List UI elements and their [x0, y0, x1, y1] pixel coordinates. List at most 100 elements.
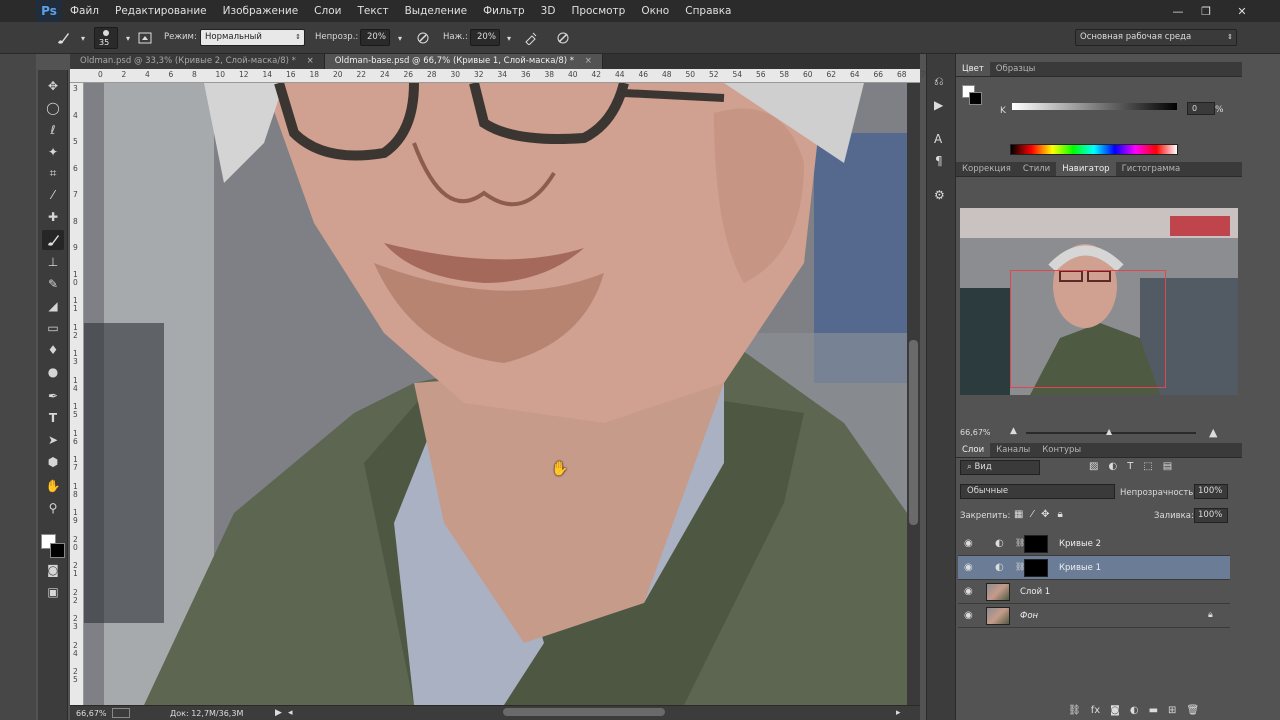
opacity-field[interactable]: 20%	[360, 29, 390, 46]
zoom-icon[interactable]: ⚲	[42, 498, 64, 518]
brush-panel-icon[interactable]	[134, 27, 156, 49]
tab-navigator[interactable]: Навигатор	[1056, 162, 1116, 176]
close-button[interactable]: ✕	[1220, 0, 1264, 22]
new-group-icon[interactable]: ▬	[1149, 705, 1158, 716]
menu-select[interactable]: Выделение	[397, 0, 476, 22]
adjustment-filter-icon[interactable]: ◐	[1108, 461, 1117, 472]
menu-text[interactable]: Текст	[349, 0, 396, 22]
play-icon[interactable]: ▶	[275, 708, 282, 718]
tab-paths[interactable]: Контуры	[1036, 443, 1087, 457]
shape-filter-icon[interactable]: ⬚	[1143, 461, 1152, 472]
restore-button[interactable]: ❐	[1192, 0, 1220, 22]
lasso-icon[interactable]: ℓ	[42, 120, 64, 140]
lock-pixels-icon[interactable]: ▦	[1014, 509, 1023, 520]
mode-dropdown[interactable]: Нормальный ⇕	[200, 29, 305, 46]
info-icon[interactable]	[112, 708, 130, 718]
layer-row-background[interactable]: ◉ Фон 🔒︎	[958, 604, 1230, 628]
scroll-left-icon[interactable]: ◂	[288, 708, 293, 718]
brush-tool-icon[interactable]	[52, 27, 74, 49]
fx-icon[interactable]: fx	[1091, 705, 1100, 716]
character-icon[interactable]: A	[934, 132, 942, 146]
magic-wand-icon[interactable]: ✦	[42, 142, 64, 162]
path-select-icon[interactable]: ➤	[42, 430, 64, 450]
bg-color-chip[interactable]	[969, 92, 982, 105]
tab-layers[interactable]: Слои	[956, 443, 991, 457]
healing-brush-icon[interactable]: ✚	[42, 207, 64, 227]
layer-name[interactable]: Фон	[1020, 611, 1038, 621]
zoom-in-icon[interactable]: ▲	[1209, 426, 1217, 439]
pressure-size-icon[interactable]	[552, 27, 574, 49]
chevron-down-icon[interactable]: ▾	[498, 27, 520, 49]
flow-field[interactable]: 20%	[470, 29, 500, 46]
chevron-down-icon[interactable]: ▾	[389, 27, 411, 49]
lock-all-icon[interactable]: 🔒︎	[1058, 509, 1063, 520]
vertical-scroll-thumb[interactable]	[909, 340, 918, 525]
menu-window[interactable]: Окно	[633, 0, 677, 22]
pressure-opacity-icon[interactable]	[412, 27, 434, 49]
tab-color[interactable]: Цвет	[956, 62, 990, 76]
ellipse-marquee-icon[interactable]: ◯	[42, 98, 64, 118]
smart-object-filter-icon[interactable]: ▤	[1163, 461, 1172, 472]
layer-name[interactable]: Слой 1	[1020, 587, 1050, 597]
lock-paint-icon[interactable]: ⁄	[1031, 509, 1033, 520]
layer-mask-thumbnail[interactable]	[1024, 535, 1048, 553]
eye-icon[interactable]: ◉	[964, 538, 973, 549]
layer-row-curves-1[interactable]: ◉ ◐ ⛓ Кривые 1	[958, 556, 1230, 580]
history-brush-icon[interactable]: ✎	[42, 274, 64, 294]
new-layer-icon[interactable]: ⊞	[1168, 705, 1176, 716]
workspace-dropdown[interactable]: Основная рабочая среда ⇕	[1075, 29, 1237, 46]
dodge-icon[interactable]: ●	[42, 362, 64, 382]
crop-icon[interactable]: ⌗	[42, 163, 64, 183]
new-adjustment-icon[interactable]: ◐	[1130, 705, 1139, 716]
eyedropper-icon[interactable]: ⁄	[42, 185, 64, 205]
quick-mask-icon[interactable]: ◙	[42, 560, 64, 580]
tab-oldman[interactable]: Oldman.psd @ 33,3% (Кривые 2, Слой-маска…	[70, 54, 325, 69]
move-tool-icon[interactable]: ✥	[42, 76, 64, 96]
hand-icon[interactable]: ✋	[42, 476, 64, 496]
chevron-down-icon[interactable]: ▾	[72, 27, 94, 49]
paragraph-icon[interactable]: ¶	[935, 154, 943, 168]
pen-icon[interactable]: ✒	[42, 386, 64, 406]
zoom-level[interactable]: 66,67%	[76, 709, 107, 718]
trash-icon[interactable]: 🗑︎	[1186, 705, 1199, 716]
tool-presets-icon[interactable]: ⚙	[934, 188, 945, 202]
minimize-button[interactable]: —	[1164, 0, 1192, 22]
menu-filter[interactable]: Фильтр	[475, 0, 533, 22]
menu-view[interactable]: Просмотр	[563, 0, 633, 22]
actions-icon[interactable]: ▶	[934, 98, 943, 112]
eraser-icon[interactable]: ◢	[42, 296, 64, 316]
scroll-right-icon[interactable]: ▸	[896, 708, 901, 718]
gradient-icon[interactable]: ▭	[42, 318, 64, 338]
tab-adjustments[interactable]: Коррекция	[956, 162, 1017, 176]
shape-icon[interactable]: ⬢	[42, 452, 64, 472]
link-layers-icon[interactable]: ⛓	[1068, 705, 1081, 716]
zoom-out-icon[interactable]: ▲	[1010, 426, 1017, 436]
close-icon[interactable]: ×	[307, 56, 314, 66]
canvas[interactable]: ✋	[84, 83, 907, 705]
history-icon[interactable]: ⎌	[934, 74, 944, 89]
clone-stamp-icon[interactable]: ⊥	[42, 252, 64, 272]
horizontal-scroll-thumb[interactable]	[503, 708, 665, 716]
lock-position-icon[interactable]: ✥	[1041, 509, 1049, 520]
layer-row-layer-1[interactable]: ◉ Слой 1	[958, 580, 1230, 604]
color-spectrum[interactable]	[1010, 144, 1178, 155]
tab-histogram[interactable]: Гистограмма	[1116, 162, 1187, 176]
navigator-zoom[interactable]: 66,67%	[960, 428, 991, 437]
layer-name[interactable]: Кривые 2	[1059, 539, 1101, 549]
layer-thumbnail[interactable]	[986, 607, 1010, 625]
type-filter-icon[interactable]: T	[1127, 461, 1133, 472]
eye-icon[interactable]: ◉	[964, 610, 973, 621]
menu-image[interactable]: Изображение	[215, 0, 307, 22]
tab-channels[interactable]: Каналы	[990, 443, 1036, 457]
layer-opacity-field[interactable]: 100%	[1194, 484, 1228, 499]
menu-file[interactable]: Файл	[62, 0, 107, 22]
tab-swatches[interactable]: Образцы	[990, 62, 1042, 76]
tab-styles[interactable]: Стили	[1017, 162, 1056, 176]
brush-icon[interactable]	[42, 230, 64, 250]
airbrush-icon[interactable]	[520, 27, 542, 49]
menu-3d[interactable]: 3D	[533, 0, 564, 22]
menu-edit[interactable]: Редактирование	[107, 0, 215, 22]
layer-mask-thumbnail[interactable]	[1024, 559, 1048, 577]
eye-icon[interactable]: ◉	[964, 562, 973, 573]
layer-name[interactable]: Кривые 1	[1059, 563, 1101, 573]
